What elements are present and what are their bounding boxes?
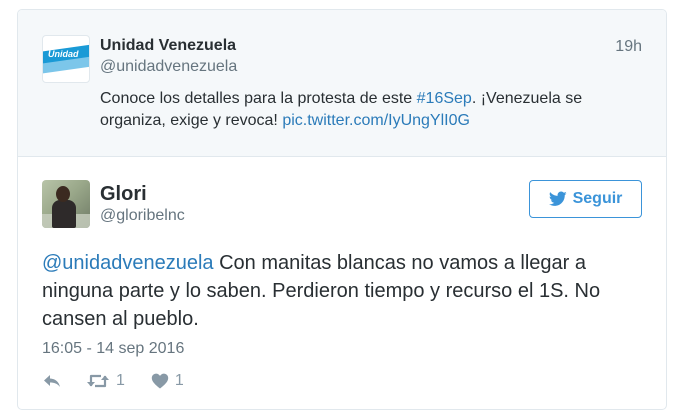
hashtag-link[interactable]: #16Sep	[417, 90, 472, 107]
quoted-tweet[interactable]: Unidad Unidad Venezuela @unidadvenezuela…	[18, 10, 666, 157]
quoted-tweet-text: Conoce los detalles para la protesta de …	[100, 88, 650, 132]
reply-button[interactable]	[42, 373, 62, 389]
follow-button[interactable]: Seguir	[529, 180, 642, 218]
twitter-bird-icon	[548, 191, 567, 206]
quoted-author-handle[interactable]: @unidadvenezuela	[100, 58, 237, 76]
tweet-text: @unidadvenezuela Con manitas blancas no …	[42, 249, 642, 333]
quoted-author-name[interactable]: Unidad Venezuela	[100, 37, 236, 55]
like-button[interactable]: 1	[151, 372, 184, 390]
retweet-count: 1	[116, 372, 125, 389]
heart-icon	[151, 373, 169, 389]
author-handle[interactable]: @gloribelnc	[100, 207, 185, 225]
retweet-icon	[87, 374, 109, 388]
quoted-avatar-logo-text: Unidad	[48, 49, 79, 59]
tweet-timestamp[interactable]: 16:05 - 14 sep 2016	[42, 340, 184, 358]
embedded-tweet-card: Unidad Unidad Venezuela @unidadvenezuela…	[17, 9, 667, 410]
pic-link[interactable]: pic.twitter.com/IyUngYlI0G	[282, 112, 470, 129]
retweet-button[interactable]: 1	[86, 372, 125, 390]
quoted-timestamp[interactable]: 19h	[615, 38, 642, 56]
mention-link[interactable]: @unidadvenezuela	[42, 252, 214, 274]
avatar[interactable]	[42, 180, 90, 228]
reply-icon	[44, 375, 60, 387]
author-name[interactable]: Glori	[100, 183, 147, 206]
quoted-text-start: Conoce los detalles para la protesta de …	[100, 90, 417, 107]
like-count: 1	[174, 372, 184, 389]
quoted-avatar[interactable]: Unidad	[42, 35, 90, 83]
tweet-actions: 1 1	[42, 372, 184, 390]
follow-button-label: Seguir	[572, 190, 623, 207]
